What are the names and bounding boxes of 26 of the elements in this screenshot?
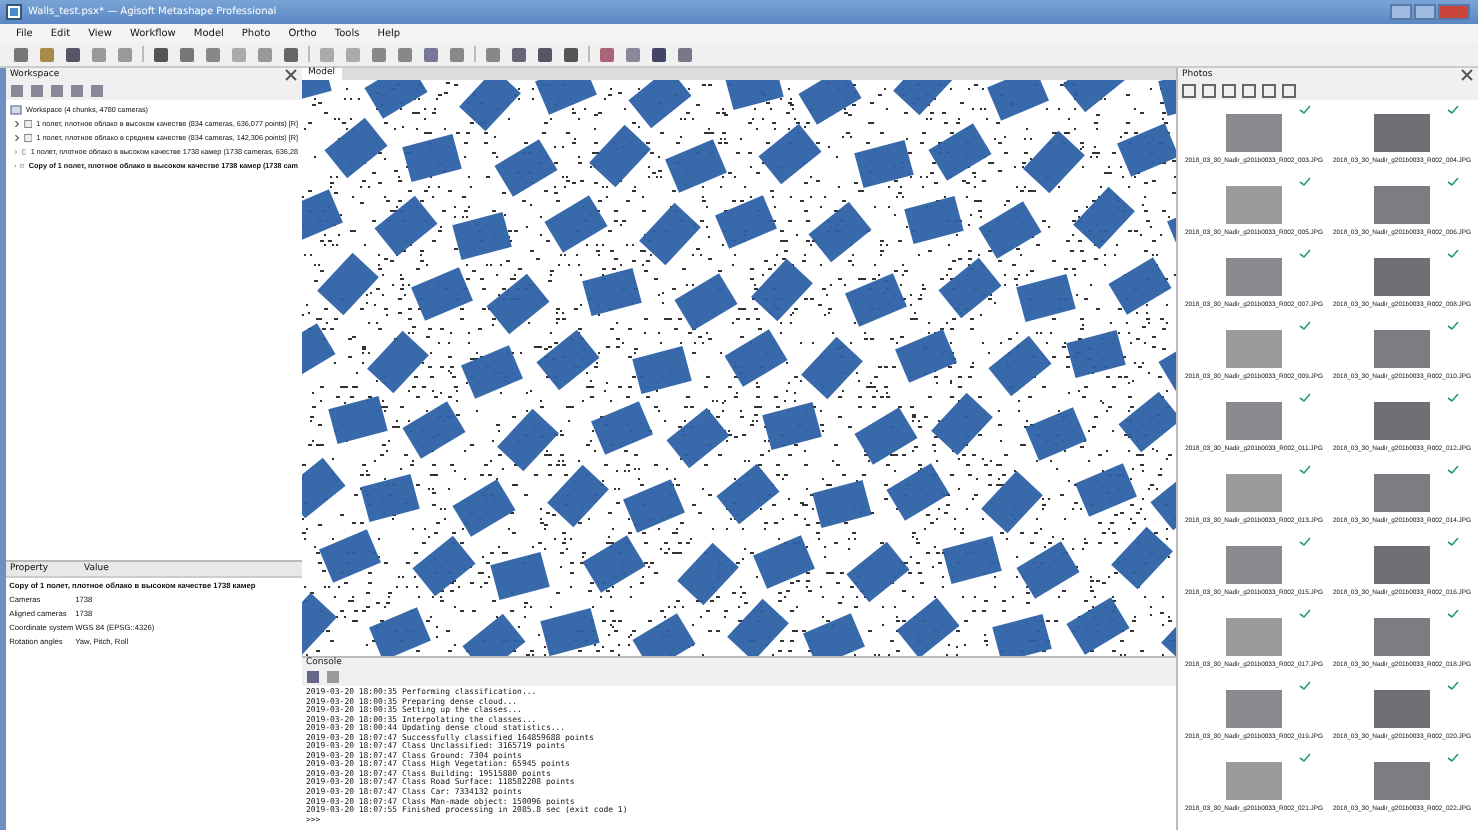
check-icon: [1446, 104, 1460, 114]
check-icon: [1298, 680, 1312, 690]
check-icon: [1446, 536, 1460, 546]
minimize-button[interactable]: [1390, 4, 1412, 20]
maximize-button[interactable]: [1414, 4, 1436, 20]
check-icon: [1298, 104, 1312, 114]
check-icon: [1446, 608, 1460, 618]
check-icon: [1298, 248, 1312, 258]
check-icon: [1298, 536, 1312, 546]
check-icon: [1298, 176, 1312, 186]
check-icon: [1446, 320, 1460, 330]
close-icon[interactable]: [284, 68, 298, 82]
close-icon[interactable]: [1460, 68, 1474, 82]
check-icon: [1446, 248, 1460, 258]
check-icon: [1298, 320, 1312, 330]
check-icon: [1446, 464, 1460, 474]
check-icon: [1298, 392, 1312, 402]
check-icon: [1446, 392, 1460, 402]
app-icon: [6, 4, 22, 20]
check-icon: [1446, 680, 1460, 690]
check-icon: [1298, 464, 1312, 474]
check-icon: [1446, 176, 1460, 186]
check-icon: [1298, 752, 1312, 762]
check-icon: [1298, 608, 1312, 618]
check-icon: [1446, 752, 1460, 762]
workspace-icon: [10, 103, 22, 115]
